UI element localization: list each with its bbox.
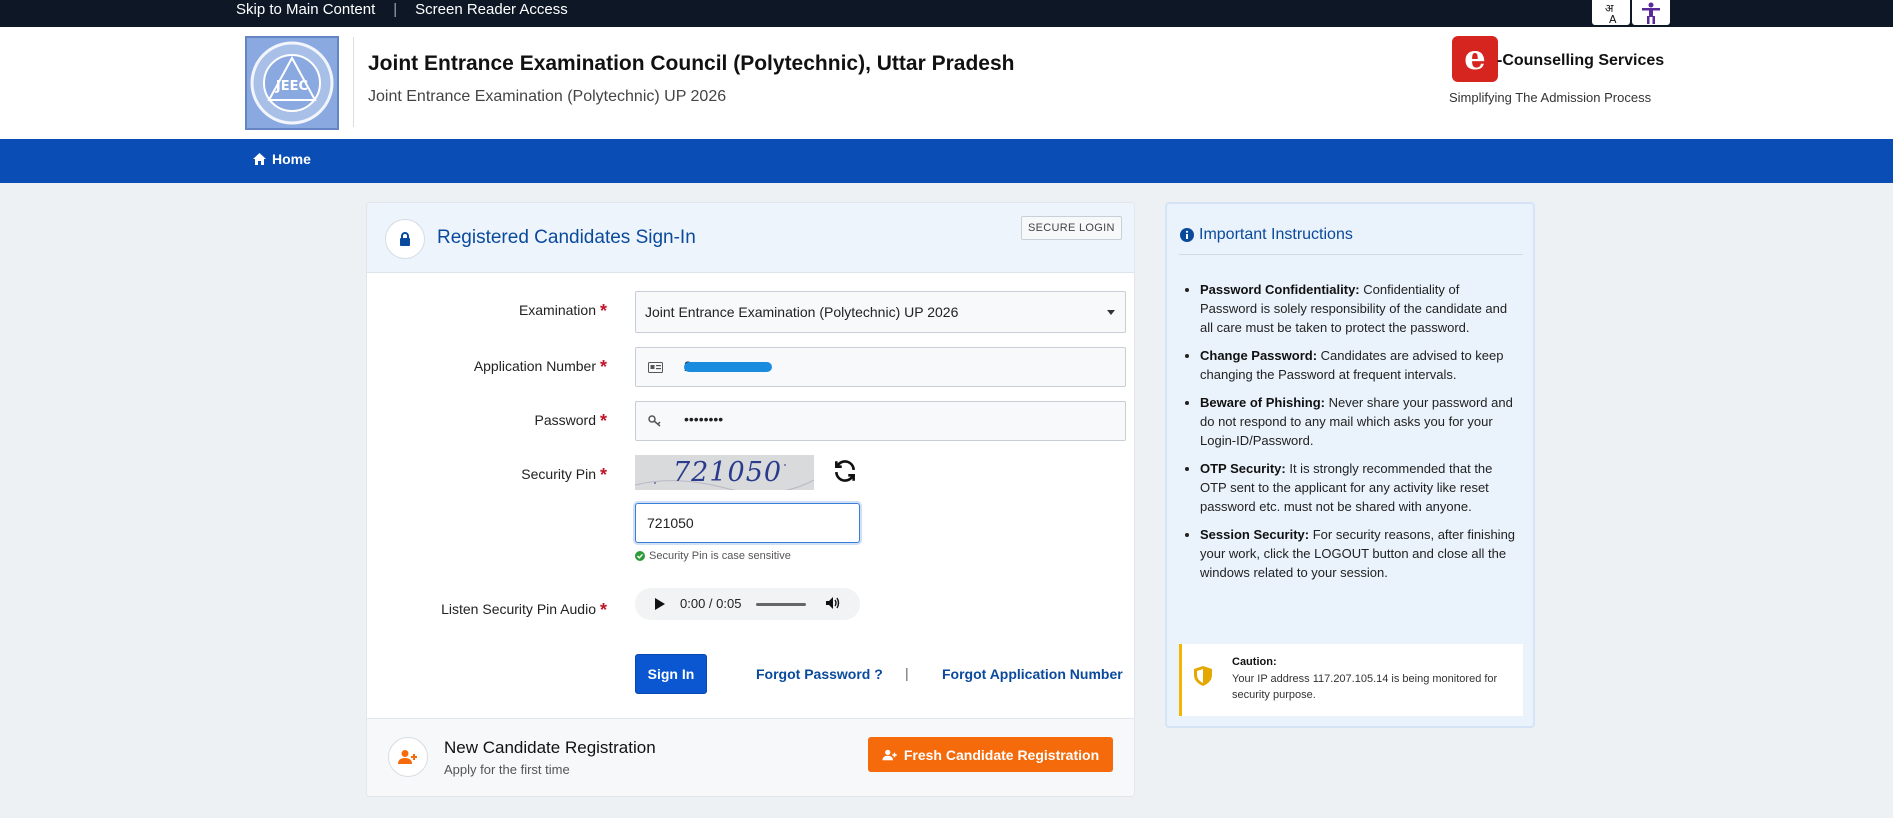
caution-text: Your IP address 117.207.105.14 is being … [1232,673,1498,701]
audio-player: 0:00 / 0:05 [635,588,860,620]
audio-progress-track[interactable] [756,603,806,606]
password-value: •••••••• [684,411,724,427]
examination-select[interactable]: Joint Entrance Examination (Polytechnic)… [635,291,1126,333]
instructions-title: Important Instructions [1199,226,1353,243]
forgot-application-number-link[interactable]: Forgot Application Number [942,666,1123,682]
volume-icon[interactable] [825,596,841,613]
instruction-item: Change Password: Candidates are advised … [1200,346,1520,384]
shield-icon [1194,666,1212,691]
signin-card-header: Registered Candidates Sign-In SECURE LOG… [367,203,1134,273]
pin-hint-text: Security Pin is case sensitive [649,550,791,562]
application-number-label: Application Number [473,358,596,374]
page-subtitle: Joint Entrance Examination (Polytechnic)… [368,88,727,105]
required-mark: * [599,465,607,485]
check-circle-icon [635,551,645,561]
top-utility-bar: Skip to Main Content | Screen Reader Acc… [0,0,1893,27]
instruction-heading: Beware of Phishing: [1200,395,1325,410]
captcha-image: 721050 [635,455,814,490]
required-mark: * [599,301,607,321]
key-icon [636,402,674,440]
audio-label: Listen Security Pin Audio [441,601,596,617]
pin-hint: Security Pin is case sensitive [635,550,791,562]
lock-icon [385,219,425,259]
nav-home-label: Home [272,151,311,167]
info-icon [1180,228,1194,242]
skip-to-main-link[interactable]: Skip to Main Content [236,1,375,18]
e-counselling-logo-icon: e [1452,36,1498,82]
user-plus-icon [882,749,897,760]
instruction-item: OTP Security: It is strongly recommended… [1200,459,1520,516]
refresh-captcha-icon[interactable] [832,458,860,486]
chevron-down-icon [1107,310,1115,315]
home-icon [253,153,266,165]
instructions-divider [1179,254,1523,255]
main-nav: Home [0,139,1893,183]
captcha-text: 721050 [673,457,783,488]
jeec-logo: JEEC [245,36,339,130]
registration-title: New Candidate Registration [444,738,656,757]
nav-home[interactable]: Home [253,151,311,167]
id-card-icon [636,348,674,386]
logo-text: JEEC [275,79,308,94]
fresh-registration-label: Fresh Candidate Registration [903,746,1100,763]
play-icon[interactable] [655,598,665,610]
instructions-list: Password Confidentiality: Confidentialit… [1200,280,1520,591]
audio-time: 0:00 / 0:05 [680,596,742,611]
page-title: Joint Entrance Examination Council (Poly… [368,52,1015,75]
forgot-password-link[interactable]: Forgot Password ? [756,666,883,682]
caution-box: Caution: Your IP address 117.207.105.14 … [1179,644,1523,716]
signin-card: Registered Candidates Sign-In SECURE LOG… [366,202,1135,797]
secure-login-badge: SECURE LOGIN [1021,216,1122,240]
instruction-heading: OTP Security: [1200,461,1286,476]
add-user-icon [388,737,428,777]
top-link-separator: | [393,1,398,18]
instructions-title-wrap: Important Instructions [1180,226,1353,244]
caution-title: Caution: [1232,656,1277,668]
security-pin-label: Security Pin [521,466,596,482]
sign-in-button[interactable]: Sign In [635,654,707,694]
instruction-heading: Change Password: [1200,348,1318,363]
password-label: Password [534,412,596,428]
fresh-registration-button[interactable]: Fresh Candidate Registration [868,737,1113,772]
examination-value: Joint Entrance Examination (Polytechnic)… [645,304,959,320]
accessibility-icon[interactable] [1632,0,1670,25]
instruction-item: Session Security: For security reasons, … [1200,525,1520,582]
brand-text: -Counselling Services [1497,52,1665,69]
required-mark: * [599,600,607,620]
site-header: JEEC Joint Entrance Examination Council … [0,27,1893,139]
security-pin-value: 721050 [647,515,694,531]
required-mark: * [599,411,607,431]
screen-reader-link[interactable]: Screen Reader Access [415,1,568,18]
new-registration-section: New Candidate Registration Apply for the… [367,718,1134,796]
redaction-mark [684,362,772,372]
language-toggle-icon[interactable]: अA [1592,0,1630,25]
header-divider [353,37,354,127]
e-counselling-brand: e -Counselling Services Simplifying The … [1449,36,1664,116]
security-pin-input[interactable]: 721050 [635,503,860,543]
examination-label: Examination [518,302,596,318]
password-input[interactable]: •••••••• [635,401,1126,441]
application-number-input[interactable]: 2 [635,347,1126,387]
instruction-heading: Session Security: [1200,527,1310,542]
instructions-panel: Important Instructions Password Confiden… [1165,202,1535,728]
instruction-item: Password Confidentiality: Confidentialit… [1200,280,1520,337]
instruction-heading: Password Confidentiality: [1200,282,1360,297]
instruction-item: Beware of Phishing: Never share your pas… [1200,393,1520,450]
required-mark: * [599,357,607,377]
signin-title: Registered Candidates Sign-In [437,227,696,248]
registration-subtitle: Apply for the first time [444,762,570,777]
link-separator: | [905,665,909,681]
top-links: Skip to Main Content | Screen Reader Acc… [236,1,568,18]
svg-text:A: A [1609,13,1617,25]
brand-tagline: Simplifying The Admission Process [1449,90,1652,105]
